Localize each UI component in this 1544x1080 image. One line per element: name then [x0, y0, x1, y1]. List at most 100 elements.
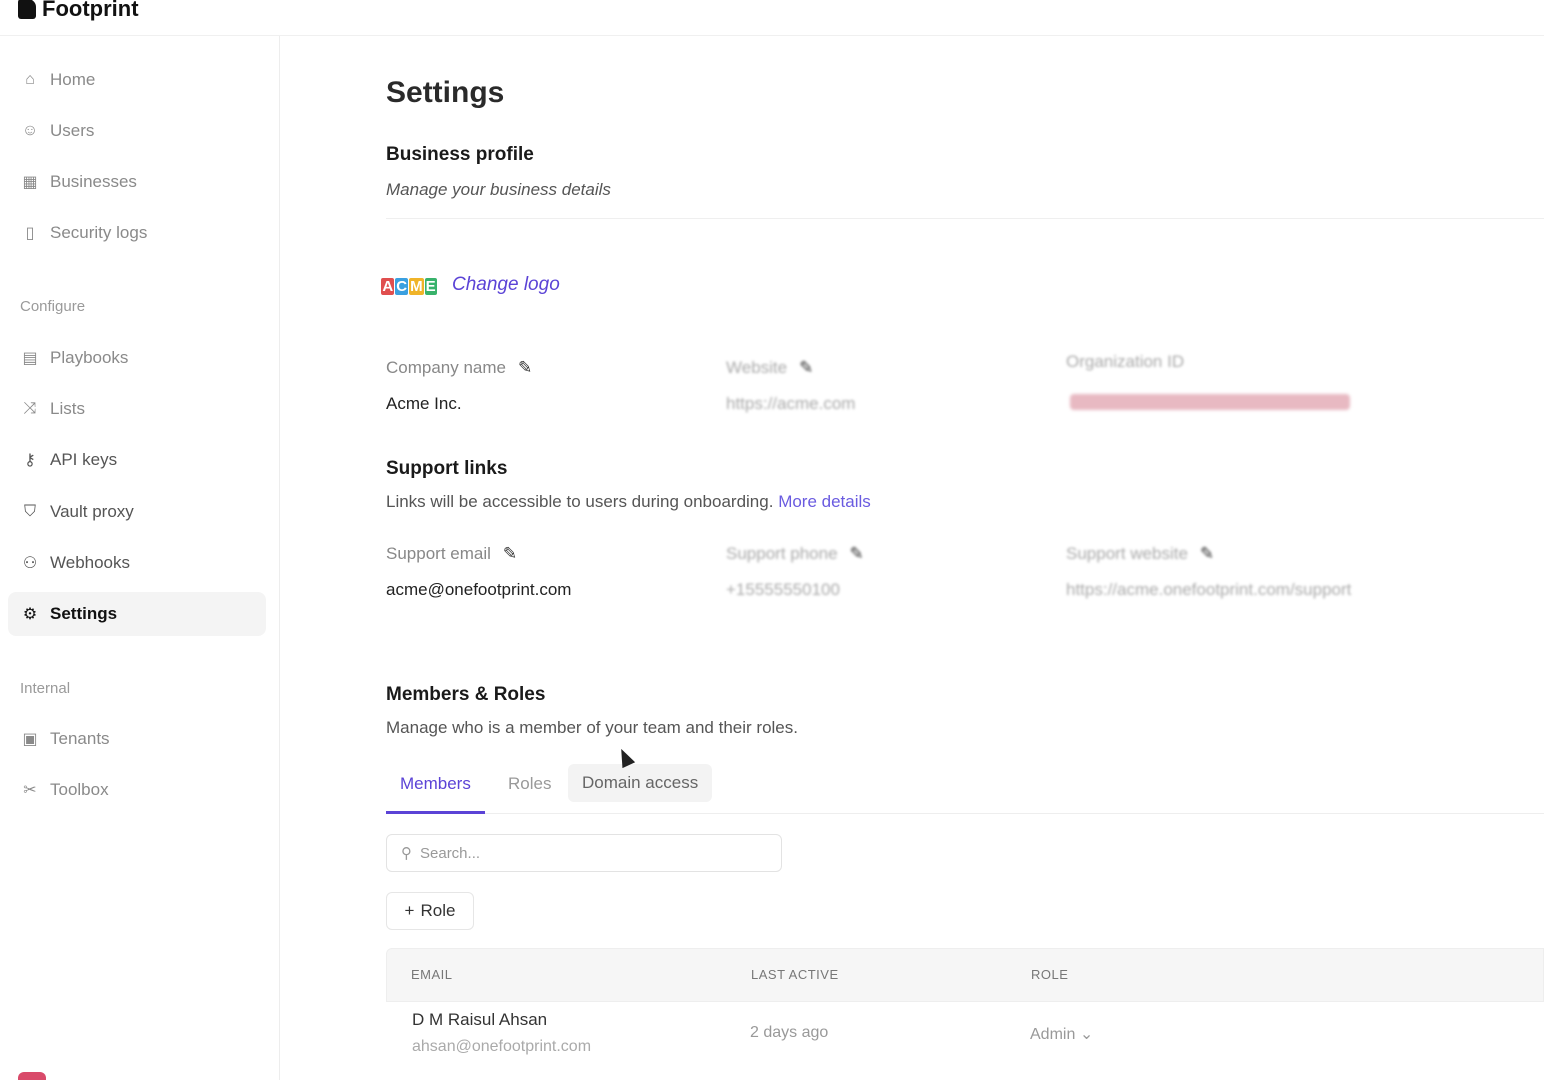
logo-letter: M	[409, 277, 424, 295]
sidebar-item-businesses[interactable]: ▦ Businesses	[8, 160, 266, 204]
sidebar-item-label: Home	[50, 70, 96, 89]
section-label-internal: Internal	[20, 680, 71, 697]
edit-pencil-icon[interactable]: ✎	[799, 358, 813, 378]
edit-pencil-icon[interactable]: ✎	[1200, 544, 1214, 564]
logo-letter: E	[424, 277, 437, 295]
chevron-down-icon: ⌄	[1079, 1026, 1094, 1043]
brand-name: Footprint	[42, 0, 139, 21]
field-label-text: Support email	[386, 544, 491, 563]
add-role-button[interactable]: + Role	[386, 892, 474, 930]
more-details-link[interactable]: More details	[778, 492, 871, 511]
sidebar-item-security-logs[interactable]: ▯ Security logs	[8, 211, 266, 255]
business-profile-title: Business profile	[386, 144, 534, 165]
sidebar-item-webhooks[interactable]: ⚇ Webhooks	[8, 541, 266, 585]
member-name: D M Raisul Ahsan	[412, 1010, 548, 1029]
support-phone-value: +15555550100	[726, 580, 840, 599]
tab-domain-access[interactable]: Domain access	[568, 764, 713, 802]
tab-roles[interactable]: Roles	[494, 772, 565, 814]
organization-value-redacted	[1070, 394, 1350, 410]
sidebar: ⌂ Home ☺ Users ▦ Businesses ▯ Security l…	[0, 36, 280, 1080]
tab-members[interactable]: Members	[386, 772, 485, 814]
sidebar-item-label: Settings	[50, 604, 118, 623]
column-header-email: EMAIL	[411, 967, 453, 982]
company-logo: ACME	[381, 266, 437, 306]
field-label-text: Support website	[1066, 544, 1188, 563]
field-label-text: Website	[726, 358, 788, 377]
plus-icon: +	[404, 901, 415, 920]
business-profile-subtitle: Manage your business details	[386, 180, 611, 199]
sidebar-item-label: Playbooks	[50, 348, 129, 367]
change-logo-link[interactable]: Change logo	[452, 274, 560, 296]
key-icon: ⚷	[24, 452, 36, 469]
sidebar-item-label: API keys	[50, 450, 118, 469]
support-email-value: acme@onefootprint.com	[386, 580, 572, 599]
members-roles-title: Members & Roles	[386, 684, 546, 705]
support-links-subtitle: Links will be accessible to users during…	[386, 492, 871, 512]
members-tabs: Members Roles Domain access	[386, 760, 1544, 814]
search-icon: ⚲	[401, 845, 412, 862]
member-email: ahsan@onefootprint.com	[412, 1038, 592, 1055]
support-links-title: Support links	[386, 458, 508, 479]
page-title: Settings	[386, 76, 505, 109]
company-name-label: Company name ✎	[386, 358, 532, 378]
sidebar-item-toolbox[interactable]: ✂ Toolbox	[8, 768, 266, 812]
sidebar-item-home[interactable]: ⌂ Home	[8, 58, 266, 102]
field-label-text: Support phone	[726, 544, 838, 563]
sidebar-item-label: Lists	[50, 399, 85, 418]
edit-pencil-icon[interactable]: ✎	[503, 544, 517, 564]
tools-icon: ✂	[23, 782, 37, 799]
building-icon: ▦	[22, 174, 38, 191]
member-last-active: 2 days ago	[750, 1024, 829, 1041]
table-header: EMAIL LAST ACTIVE ROLE	[386, 948, 1544, 1002]
shield-icon: ⛉	[23, 503, 36, 520]
support-website-value: https://acme.onefootprint.com/support	[1066, 580, 1352, 599]
shuffle-icon: ⤨	[23, 400, 37, 417]
sidebar-item-lists[interactable]: ⤨ Lists	[8, 387, 266, 431]
sidebar-item-vault-proxy[interactable]: ⛉ Vault proxy	[8, 490, 266, 534]
website-label: Website ✎	[726, 358, 813, 378]
users-icon: ☺	[21, 122, 39, 139]
website-value: https://acme.com	[726, 394, 856, 413]
support-links-subtitle-text: Links will be accessible to users during…	[386, 492, 774, 511]
member-role-value: Admin	[1030, 1026, 1076, 1043]
member-role-select[interactable]: Admin ⌄	[1030, 1024, 1093, 1044]
user-avatar-icon[interactable]	[18, 1072, 46, 1080]
support-website-label: Support website ✎	[1066, 544, 1214, 564]
file-icon: ▯	[25, 225, 35, 242]
search-input[interactable]: ⚲ Search...	[386, 834, 782, 872]
edit-pencil-icon[interactable]: ✎	[850, 544, 864, 564]
footprint-logo-icon	[18, 0, 36, 19]
sidebar-item-label: Security logs	[50, 223, 148, 242]
organization-label: Organization ID	[1066, 352, 1185, 371]
sidebar-item-settings[interactable]: ⚙ Settings	[8, 592, 266, 636]
sidebar-item-label: Vault proxy	[50, 502, 134, 521]
logo-letter: A	[381, 277, 395, 295]
support-email-label: Support email ✎	[386, 544, 517, 564]
section-divider	[386, 218, 1544, 219]
sidebar-item-label: Tenants	[50, 729, 110, 748]
sidebar-item-label: Users	[50, 121, 95, 140]
edit-pencil-icon[interactable]: ✎	[518, 358, 532, 378]
gear-icon: ⚙	[22, 606, 38, 623]
members-roles-subtitle: Manage who is a member of your team and …	[386, 718, 798, 737]
brand-logo[interactable]: Footprint	[18, 0, 139, 22]
column-header-role: ROLE	[1031, 967, 1069, 982]
support-phone-label: Support phone ✎	[726, 544, 864, 564]
logo-letter: C	[395, 277, 409, 295]
sidebar-item-label: Toolbox	[50, 780, 109, 799]
search-placeholder: Search...	[420, 844, 481, 862]
section-label-configure: Configure	[20, 298, 86, 315]
book-icon: ▤	[22, 350, 38, 367]
sidebar-item-api-keys[interactable]: ⚷ API keys	[8, 438, 266, 482]
sidebar-item-users[interactable]: ☺ Users	[8, 109, 266, 153]
webhook-icon: ⚇	[22, 555, 38, 572]
field-label-text: Company name	[386, 358, 507, 377]
settings-main: Settings Business profile Manage your bu…	[381, 0, 1544, 1080]
sidebar-item-playbooks[interactable]: ▤ Playbooks	[8, 336, 266, 380]
calendar-icon: ▣	[22, 731, 38, 748]
home-icon: ⌂	[25, 71, 35, 88]
column-header-last-active: LAST ACTIVE	[751, 967, 839, 982]
company-name-value: Acme Inc.	[386, 394, 462, 413]
sidebar-item-tenants[interactable]: ▣ Tenants	[8, 717, 266, 761]
sidebar-item-label: Webhooks	[50, 553, 131, 572]
